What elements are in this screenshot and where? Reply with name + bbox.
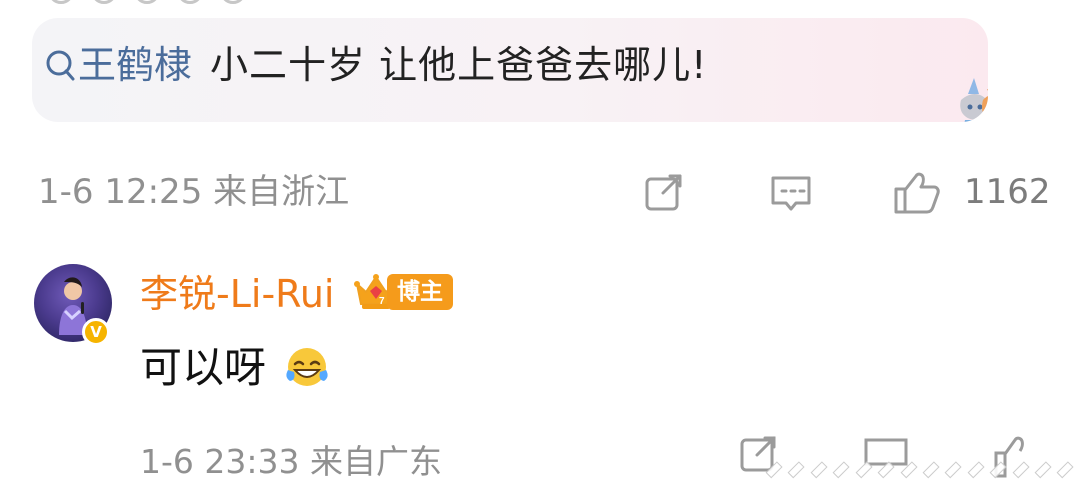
laughing-tears-emoji: [286, 348, 328, 386]
cropped-icon: [220, 0, 247, 4]
quoted-comment-row: 王鹤棣 小二十岁 让他上爸爸去哪儿!: [42, 41, 707, 89]
cropped-top-icons: [48, 0, 278, 4]
comment-icon[interactable]: [768, 170, 814, 216]
reply-author-name[interactable]: 李锐-Li-Rui: [140, 270, 335, 318]
cropped-icon: [91, 0, 118, 4]
quoted-comment-bubble[interactable]: 王鹤棣 小二十岁 让他上爸爸去哪儿!: [32, 18, 988, 122]
quoted-username[interactable]: 王鹤棣: [78, 41, 192, 89]
like-count: 1162: [964, 172, 1051, 212]
share-icon[interactable]: [641, 170, 687, 216]
thumbs-up-icon[interactable]: [890, 170, 944, 216]
blogger-badge: 博主: [387, 274, 453, 310]
verified-badge: V: [82, 318, 110, 346]
cropped-icon: [48, 0, 74, 4]
cropped-icon: [177, 0, 204, 4]
main-comment-meta: 1-6 12:25 来自浙江 1162: [38, 164, 1058, 220]
comment-time-source: 1-6 12:25 来自浙江: [38, 172, 350, 212]
svg-text:7: 7: [379, 296, 385, 307]
zootopia-sticker: [960, 78, 988, 122]
reply-time-source: 1-6 23:33 来自广东: [140, 442, 442, 481]
search-icon: [46, 50, 75, 81]
cropped-icon: [134, 0, 161, 4]
reply-text: 可以呀: [140, 343, 267, 392]
quoted-comment-text: 小二十岁 让他上爸爸去哪儿!: [210, 43, 708, 87]
watermark-overlay: [765, 453, 1075, 486]
